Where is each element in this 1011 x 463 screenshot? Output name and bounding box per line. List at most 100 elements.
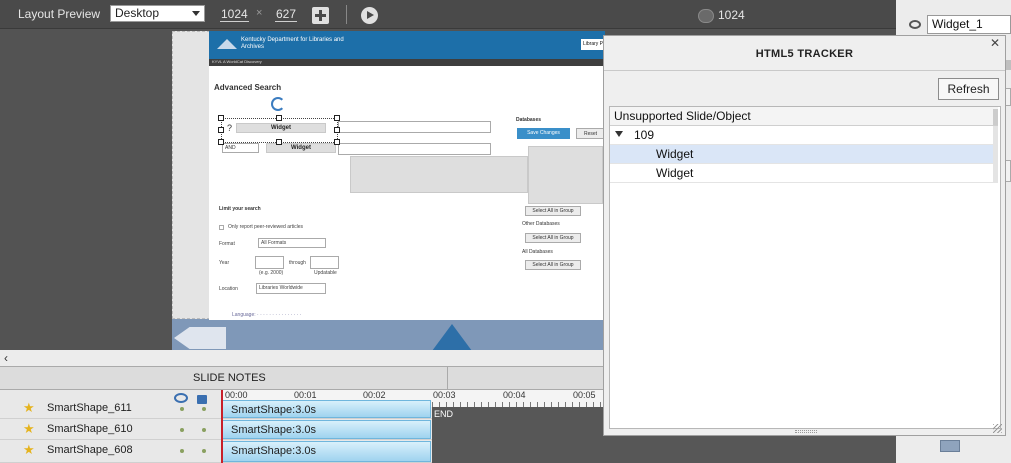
scroll-left-icon[interactable]: ‹: [4, 351, 8, 365]
notes-divider: [447, 367, 448, 389]
refresh-button[interactable]: Refresh: [938, 78, 999, 100]
table-row[interactable]: ★ SmartShape_610 SmartShape:3.0s: [0, 419, 432, 440]
lock-dot[interactable]: [202, 407, 206, 411]
ruler-tick: 00:04: [503, 390, 526, 400]
databases-label: Databases: [516, 117, 542, 123]
timeline-end-label: END: [434, 409, 454, 419]
widget-placeholder-1[interactable]: Widget: [236, 123, 326, 133]
search-input-2[interactable]: [338, 143, 491, 155]
device-select[interactable]: Desktop: [110, 5, 205, 22]
languages-line: Language: · · · · · · · · · · · · · · ·: [232, 312, 302, 318]
slide-footer-strip: [172, 319, 605, 351]
table-row[interactable]: ★ SmartShape_608 SmartShape:3.0s: [0, 440, 432, 463]
location-label: Location: [219, 286, 238, 292]
tracker-title: HTML5 TRACKER: [755, 48, 854, 60]
resize-handle[interactable]: [218, 115, 224, 121]
select-all-button-2[interactable]: Select All in Group: [525, 233, 581, 243]
toolbar-divider: [346, 5, 347, 24]
visibility-dot[interactable]: [180, 428, 184, 432]
chevron-down-icon: [192, 11, 200, 16]
resize-handle[interactable]: [276, 139, 282, 145]
layout-preview-label: Layout Preview: [18, 7, 101, 21]
ruler-tick: 00:00: [225, 390, 248, 400]
list-item[interactable]: Widget: [610, 145, 998, 164]
title-divider: [604, 70, 1005, 71]
widget-name-field[interactable]: Widget_1: [927, 15, 1011, 34]
timeline-clip[interactable]: SmartShape:3.0s: [222, 441, 431, 462]
times-sign: ×: [256, 7, 263, 19]
ruler-tick: 00:02: [363, 390, 386, 400]
org-name: Kentucky Department for Libraries and Ar…: [241, 37, 344, 50]
resize-handle[interactable]: [218, 139, 224, 145]
all-databases-label: All Databases: [522, 249, 553, 255]
group-label: 109: [634, 128, 655, 142]
table-row[interactable]: ★ SmartShape_611 SmartShape:3.0s: [0, 400, 432, 419]
year-to-input[interactable]: [310, 256, 339, 269]
list-scrollbar[interactable]: [993, 126, 998, 183]
timeline-object-name: SmartShape_610: [47, 423, 133, 435]
tree-group-row[interactable]: 109: [610, 126, 998, 145]
location-select[interactable]: Libraries Worldwide: [256, 283, 326, 294]
width-field[interactable]: 1024: [220, 7, 249, 22]
visibility-dot[interactable]: [180, 407, 184, 411]
expand-triangle-icon[interactable]: [615, 131, 623, 137]
resize-handle[interactable]: [276, 115, 282, 121]
list-item-label: Widget: [656, 147, 694, 161]
kdla-logo-icon: [217, 39, 237, 49]
star-icon: ★: [23, 442, 35, 457]
resize-handle[interactable]: [334, 115, 340, 121]
other-databases-label: Other Databases: [522, 221, 560, 227]
reset-button[interactable]: Reset: [576, 128, 605, 139]
dialog-drag-grip[interactable]: [795, 430, 817, 433]
save-changes-button[interactable]: Save Changes: [517, 128, 570, 139]
playhead[interactable]: [221, 390, 223, 463]
list-item-label: Widget: [656, 166, 694, 180]
limit-search-title: Limit your search: [219, 206, 261, 212]
site-subheader: KYVL A WorldCat Discovery: [209, 59, 605, 66]
rotate-handle-icon[interactable]: [271, 97, 285, 111]
slider-value: 1024: [718, 8, 745, 22]
panel-thumbnail[interactable]: [940, 440, 960, 452]
width-slider-handle[interactable]: [698, 9, 714, 23]
add-breakpoint-button[interactable]: [312, 7, 329, 24]
list-item[interactable]: Widget: [610, 164, 998, 183]
lock-dot[interactable]: [202, 449, 206, 453]
device-select-value: Desktop: [115, 6, 160, 20]
timeline-object-name: SmartShape_611: [47, 402, 132, 414]
play-icon[interactable]: [361, 7, 378, 24]
slide-notes-label: SLIDE NOTES: [193, 372, 266, 384]
year-from-input[interactable]: [255, 256, 284, 269]
library-button[interactable]: Library P: [581, 39, 603, 50]
lock-dot[interactable]: [202, 428, 206, 432]
year-hint-2: Updatable: [314, 270, 337, 276]
format-select[interactable]: All Formats: [258, 238, 326, 248]
and-select[interactable]: AND: [222, 143, 259, 153]
subheader-text: KYVL A WorldCat Discovery: [212, 59, 262, 64]
header-scroll-fragment: [993, 109, 998, 125]
eye-icon[interactable]: [909, 20, 921, 29]
resize-handle[interactable]: [218, 127, 224, 133]
gray-placeholder-box-2: [528, 146, 603, 204]
resize-handle[interactable]: [334, 139, 340, 145]
advanced-search-title: Advanced Search: [214, 83, 282, 92]
help-icon[interactable]: ?: [227, 123, 232, 133]
select-all-button-1[interactable]: Select All in Group: [525, 206, 581, 216]
timeline-clip[interactable]: SmartShape:3.0s: [222, 420, 431, 439]
resize-handle[interactable]: [334, 127, 340, 133]
timeline-clip[interactable]: SmartShape:3.0s: [222, 400, 431, 418]
resize-corner-icon[interactable]: [993, 424, 1002, 433]
search-input-1[interactable]: [338, 121, 491, 133]
star-icon: ★: [23, 421, 35, 436]
ruler-tick: 00:03: [433, 390, 456, 400]
site-header: Kentucky Department for Libraries and Ar…: [209, 31, 605, 59]
height-field[interactable]: 627: [275, 7, 298, 22]
star-icon: ★: [23, 400, 35, 415]
ruler-tick: 00:01: [294, 390, 317, 400]
peer-reviewed-label: Only report peer-reviewed articles: [228, 224, 304, 230]
back-arrow-icon[interactable]: [174, 327, 226, 349]
select-all-button-3[interactable]: Select All in Group: [525, 260, 581, 270]
peer-reviewed-checkbox[interactable]: [219, 225, 224, 230]
visibility-dot[interactable]: [180, 449, 184, 453]
logo-shape: [432, 324, 472, 351]
ruler-tick: 00:05: [573, 390, 596, 400]
